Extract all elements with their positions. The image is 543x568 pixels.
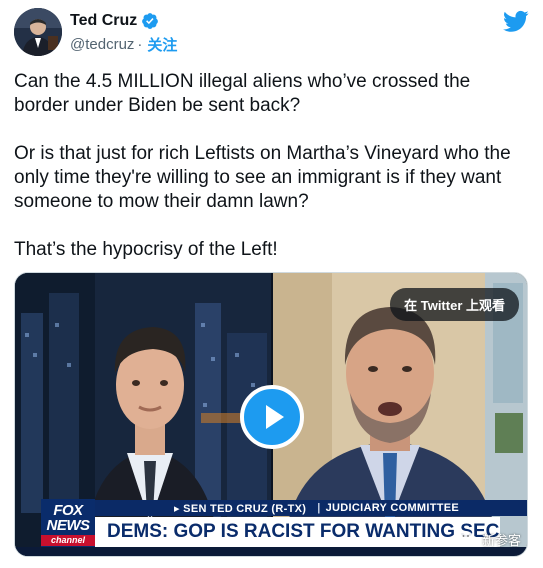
avatar-image [14, 8, 62, 56]
wechat-icon [458, 530, 478, 549]
watch-on-twitter-button[interactable]: 在 Twitter 上观看 [390, 288, 519, 321]
play-button[interactable] [240, 385, 304, 449]
fox-logo-line3: channel [41, 535, 95, 546]
tweet-paragraph: Or is that just for rich Leftists on Mar… [14, 143, 516, 212]
video-player[interactable]: 在 Twitter 上观看 FOX NEWS channel ▸ SEN TED… [14, 272, 528, 557]
avatar[interactable] [14, 8, 62, 56]
follow-button[interactable]: 关注 [147, 34, 177, 55]
chyron-committee: JUDICIARY COMMITTEE [323, 501, 468, 515]
twitter-bird-icon[interactable] [503, 10, 529, 32]
tweet-card: Ted Cruz @tedcruz · 关注 Can the 4.5 MILLI… [0, 0, 543, 568]
tweet-body: Can the 4.5 MILLION illegal aliens who’v… [14, 70, 514, 286]
chyron-label: ▸ SEN TED CRUZ (R-TX) | JUDICIARY COMMIT… [162, 500, 468, 516]
author-handle-row: @tedcruz · 关注 [70, 34, 177, 55]
chyron-separator: | [314, 502, 324, 514]
tweet-paragraph: That’s the hypocrisy of the Left! [14, 239, 278, 260]
author-name-row[interactable]: Ted Cruz [70, 12, 159, 30]
author-handle[interactable]: @tedcruz [70, 36, 134, 53]
chyron-headline: DEMS: GOP IS RACIST FOR WANTING SECURE B… [95, 517, 500, 547]
tweet-paragraph: Can the 4.5 MILLION illegal aliens who’v… [14, 71, 476, 116]
watermark: 新参客 [458, 530, 521, 549]
watermark-label: 新参客 [482, 533, 522, 548]
play-icon [266, 405, 284, 429]
author-display-name[interactable]: Ted Cruz [70, 12, 137, 30]
fox-logo-line2: NEWS [46, 517, 91, 534]
chyron-speaker: ▸ SEN TED CRUZ (R-TX) [162, 500, 315, 516]
fox-news-logo: FOX NEWS channel [41, 499, 95, 547]
fox-logo-line1: FOX [53, 502, 83, 519]
verified-badge-icon [141, 12, 159, 30]
handle-separator: · [137, 36, 143, 53]
